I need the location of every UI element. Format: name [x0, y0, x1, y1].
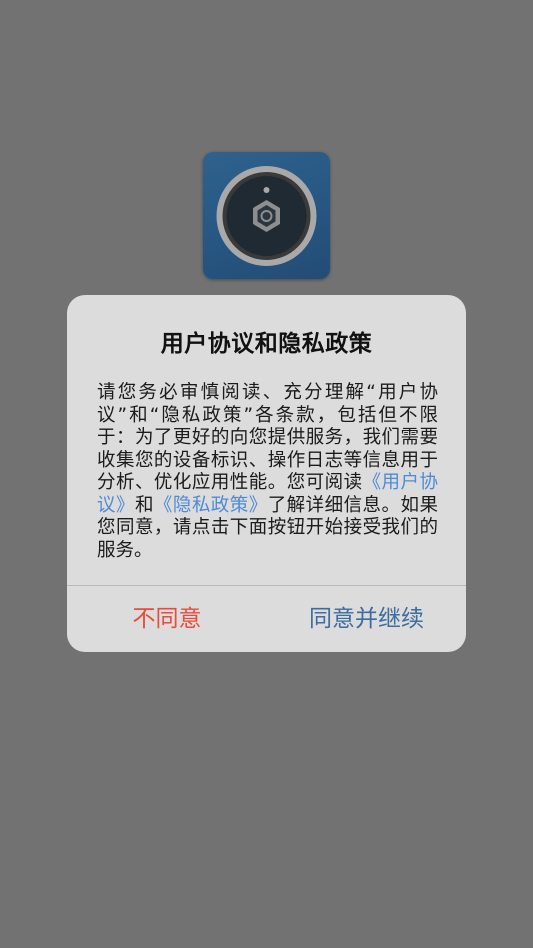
- camera-lens-icon: [216, 166, 317, 266]
- dialog-message: 请您务必审慎阅读、充分理解“用户协议”和“隐私政策”各条款，包括但不限于：为了更…: [97, 382, 438, 562]
- privacy-policy-link[interactable]: 《隐私政策》: [154, 495, 268, 516]
- screen-overlay: 用户协议和隐私政策 请您务必审慎阅读、充分理解“用户协议”和“隐私政策”各条款，…: [0, 0, 533, 948]
- agree-continue-button[interactable]: 同意并继续: [267, 586, 466, 652]
- decline-button[interactable]: 不同意: [67, 586, 267, 652]
- privacy-consent-dialog: 用户协议和隐私政策 请您务必审慎阅读、充分理解“用户协议”和“隐私政策”各条款，…: [67, 295, 466, 652]
- dialog-title: 用户协议和隐私政策: [160, 331, 373, 357]
- app-logo-icon: [203, 152, 330, 279]
- message-connector: 和: [134, 494, 154, 516]
